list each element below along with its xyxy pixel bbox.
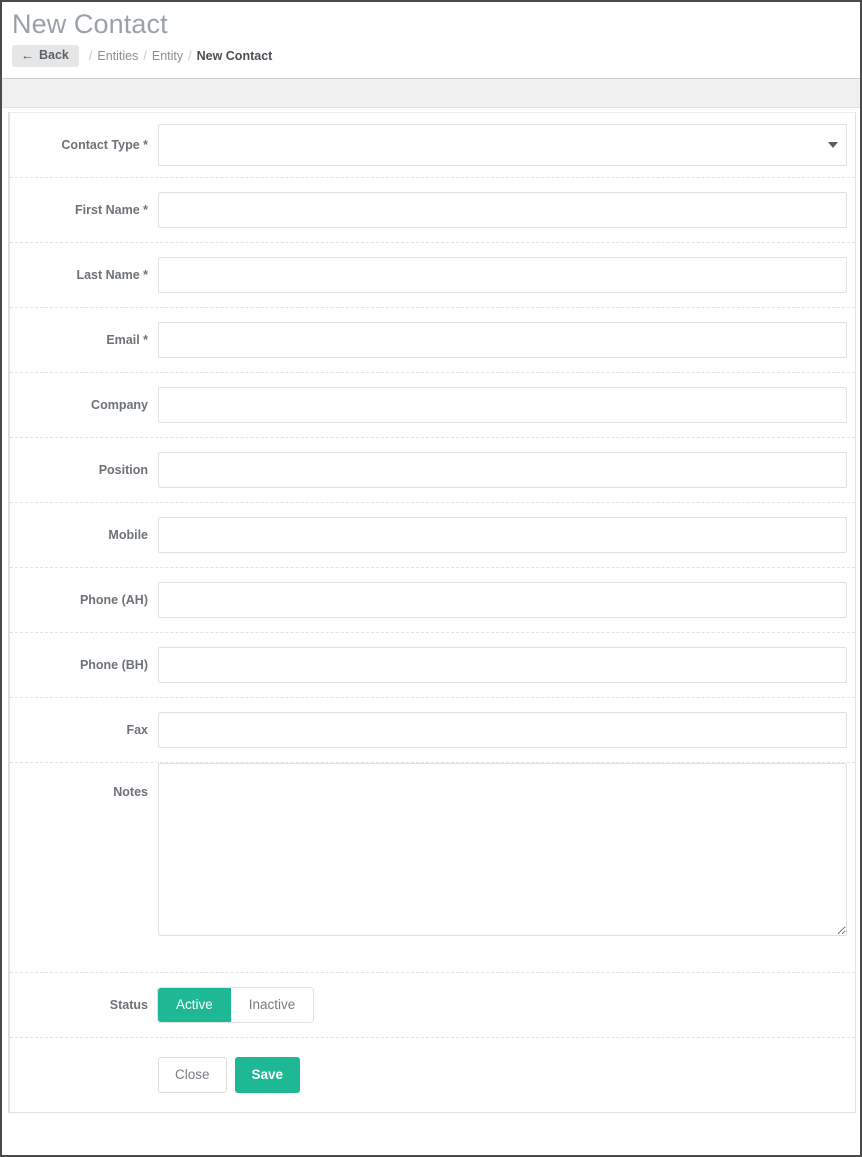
company-input[interactable] [158, 387, 847, 423]
label-last-name: Last Name * [76, 268, 148, 282]
toolbar-band [2, 78, 860, 108]
arrow-left-icon: ← [21, 47, 34, 63]
breadcrumb: ← Back / Entities / Entity / New Contact [12, 44, 860, 68]
form-row-contact-type: Contact Type * [10, 113, 855, 178]
phone-bh-input[interactable] [158, 647, 847, 683]
page-header: New Contact ← Back / Entities / Entity /… [2, 2, 860, 78]
position-input[interactable] [158, 452, 847, 488]
form-row-mobile: Mobile [10, 503, 855, 568]
form-row-fax: Fax [10, 698, 855, 763]
status-option-inactive[interactable]: Inactive [230, 988, 314, 1022]
label-notes: Notes [113, 785, 148, 799]
label-email: Email * [106, 333, 148, 347]
control-position [158, 452, 855, 488]
breadcrumb-separator: / [143, 49, 147, 63]
breadcrumb-list: / Entities / Entity / New Contact [89, 49, 272, 63]
last-name-input[interactable] [158, 257, 847, 293]
status-toggle-group: Active Inactive [158, 988, 314, 1022]
control-status: Active Inactive [158, 988, 855, 1022]
form-row-notes: Notes [10, 763, 855, 973]
label-company: Company [91, 398, 148, 412]
close-button[interactable]: Close [158, 1057, 227, 1093]
first-name-input[interactable] [158, 192, 847, 228]
label-mobile: Mobile [108, 528, 148, 542]
form-row-actions: Close Save [10, 1038, 855, 1112]
form-row-position: Position [10, 438, 855, 503]
breadcrumb-separator: / [188, 49, 192, 63]
control-phone-ah [158, 582, 855, 618]
control-mobile [158, 517, 855, 553]
form-row-first-name: First Name * [10, 178, 855, 243]
form-row-company: Company [10, 373, 855, 438]
control-notes [158, 763, 855, 936]
control-fax [158, 712, 855, 748]
label-phone-ah: Phone (AH) [79, 593, 148, 607]
form-row-last-name: Last Name * [10, 243, 855, 308]
breadcrumb-separator: / [88, 49, 93, 63]
status-option-active[interactable]: Active [158, 988, 231, 1022]
app-window: New Contact ← Back / Entities / Entity /… [0, 0, 862, 1157]
breadcrumb-item-entity[interactable]: Entity [152, 49, 183, 63]
control-last-name [158, 257, 855, 293]
form-row-status: Status Active Inactive [10, 973, 855, 1038]
control-actions: Close Save [158, 1057, 855, 1093]
control-contact-type [158, 124, 855, 166]
form-row-phone-ah: Phone (AH) [10, 568, 855, 633]
contact-form: Contact Type * First Name * Last Name * [9, 112, 856, 1113]
control-first-name [158, 192, 855, 228]
save-button[interactable]: Save [234, 1057, 301, 1093]
back-button[interactable]: ← Back [12, 45, 79, 67]
label-contact-type: Contact Type * [61, 138, 148, 152]
contact-type-select[interactable] [158, 124, 847, 166]
label-fax: Fax [126, 723, 148, 737]
control-email [158, 322, 855, 358]
page-title: New Contact [12, 9, 168, 39]
contact-form-card: Contact Type * First Name * Last Name * [8, 112, 856, 1113]
label-status: Status [109, 998, 148, 1012]
control-phone-bh [158, 647, 855, 683]
mobile-input[interactable] [158, 517, 847, 553]
form-actions: Close Save [158, 1057, 847, 1093]
form-row-phone-bh: Phone (BH) [10, 633, 855, 698]
email-input[interactable] [158, 322, 847, 358]
control-company [158, 387, 855, 423]
phone-ah-input[interactable] [158, 582, 847, 618]
label-position: Position [98, 463, 148, 477]
notes-textarea[interactable] [158, 763, 847, 936]
label-first-name: First Name * [75, 203, 148, 217]
form-row-email: Email * [10, 308, 855, 373]
breadcrumb-item-entities[interactable]: Entities [97, 49, 138, 63]
back-button-label: Back [39, 48, 69, 62]
breadcrumb-item-current: New Contact [196, 49, 273, 63]
fax-input[interactable] [158, 712, 847, 748]
label-phone-bh: Phone (BH) [79, 658, 148, 672]
